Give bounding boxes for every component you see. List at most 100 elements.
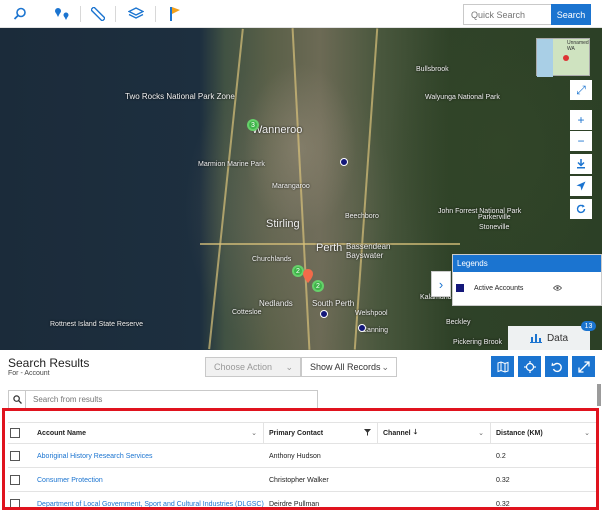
choose-action-select[interactable]: Choose Action ⌄ [205, 357, 301, 377]
filter-icon [364, 428, 371, 438]
table-row[interactable]: Consumer Protection Christopher Walker 0… [8, 468, 596, 492]
account-name-link[interactable]: Aboriginal History Research Services [37, 444, 153, 468]
chevron-down-icon: ⌄ [285, 361, 293, 372]
cluster-marker[interactable]: 3 [247, 119, 259, 131]
location-marker-icon [303, 269, 313, 283]
map-label: Bayswater [346, 251, 384, 260]
legend-toggle-button[interactable]: › [431, 271, 451, 297]
row-checkbox[interactable] [10, 499, 20, 507]
results-title: Search Results [8, 356, 90, 370]
chevron-down-icon: ⌄ [251, 430, 257, 437]
map-label: Wanneroo [252, 124, 303, 136]
map-label: Rottnest Island State Reserve [50, 321, 143, 328]
minimap-label: Unnamed WA [567, 40, 589, 52]
map-label: Walyunga National Park [425, 94, 500, 101]
undo-icon [551, 362, 562, 372]
column-channel[interactable]: Channel 🡓 ⌄ [378, 423, 491, 443]
map-label: Pickering Brook [453, 339, 503, 346]
center-map-button[interactable] [518, 356, 541, 377]
select-all-checkbox[interactable] [10, 428, 20, 438]
primary-contact: Deirdre Pullman [269, 500, 320, 508]
data-tab-label: Data [546, 332, 569, 344]
select-all-cell [8, 423, 32, 443]
zoom-out-icon[interactable]: − [570, 131, 592, 151]
distance: 0.2 [496, 452, 506, 460]
account-pin[interactable] [358, 324, 366, 332]
account-name-link[interactable]: Department of Local Government, Sport an… [37, 492, 264, 508]
search-icon[interactable] [8, 3, 32, 25]
refresh-icon[interactable] [570, 199, 592, 219]
map-toolbar: Search [0, 0, 602, 28]
zoom-in-icon[interactable]: + [570, 110, 592, 130]
map-label: Nedlands [259, 299, 293, 308]
map-label: Marangaroo [272, 183, 310, 190]
ruler-icon[interactable] [86, 3, 110, 25]
map-icon [497, 360, 508, 373]
results-scrollbar[interactable] [597, 384, 601, 406]
map-label: Bullsbrook [416, 66, 449, 73]
quick-search-input[interactable] [463, 4, 551, 25]
account-name-link[interactable]: Consumer Protection [37, 468, 103, 492]
data-count-badge: 13 [581, 321, 596, 331]
expand-results-button[interactable] [572, 356, 595, 377]
distance: 0.32 [496, 500, 510, 508]
pins-icon[interactable] [50, 3, 74, 25]
chevron-down-icon: ⌄ [478, 430, 484, 437]
data-tab[interactable]: Data [508, 326, 590, 350]
download-icon[interactable] [570, 154, 592, 174]
record-filter-select[interactable]: Show All Records ⌄ [301, 357, 397, 377]
map-label: Bassendean [346, 242, 391, 251]
choose-action-label: Choose Action [214, 362, 273, 372]
account-pin[interactable] [340, 158, 348, 166]
reset-button[interactable] [545, 356, 568, 377]
results-grid: Account Name ⌄ Primary Contact Channel 🡓… [2, 408, 599, 510]
legend-item-label: Active Accounts [474, 284, 524, 292]
legend-title: Legends [453, 255, 601, 272]
grid-header: Account Name ⌄ Primary Contact Channel 🡓… [8, 422, 596, 444]
map-view[interactable]: Two Rocks National Park Zone Wanneroo Ma… [0, 28, 602, 350]
map-label: Two Rocks National Park Zone [125, 92, 235, 101]
quick-search-button[interactable]: Search [551, 4, 591, 25]
table-row[interactable]: Aboriginal History Research Services Ant… [8, 444, 596, 468]
eye-icon[interactable] [552, 284, 563, 293]
chevron-down-icon: ⌄ [584, 430, 590, 437]
column-label: Primary Contact [269, 429, 324, 437]
account-pin[interactable] [320, 310, 328, 318]
column-label: Distance (KM) [496, 429, 543, 437]
column-distance[interactable]: Distance (KM) ⌄ [491, 423, 596, 443]
map-label: Churchlands [252, 256, 292, 263]
bar-chart-icon [529, 334, 542, 343]
legend-panel: Legends Active Accounts [452, 254, 602, 306]
column-primary-contact[interactable]: Primary Contact [264, 423, 378, 443]
column-label: Account Name [37, 429, 87, 437]
results-search-input[interactable] [33, 393, 313, 406]
map-label: Stirling [266, 218, 300, 230]
flag-icon[interactable] [163, 3, 187, 25]
map-label: South Perth [312, 299, 355, 308]
record-filter-label: Show All Records [310, 362, 381, 372]
locate-icon[interactable] [570, 176, 592, 196]
map-label: Beckley [446, 319, 471, 326]
map-label: Welshpool [355, 310, 388, 317]
cluster-marker[interactable]: 2 [312, 280, 324, 292]
map-label: Cottesloe [232, 309, 262, 316]
column-label: Channel [383, 429, 411, 437]
map-label: Parkerville [478, 214, 511, 221]
row-checkbox[interactable] [10, 451, 20, 461]
map-label: Beechboro [345, 213, 379, 220]
primary-contact: Anthony Hudson [269, 452, 321, 460]
table-row[interactable]: Department of Local Government, Sport an… [8, 492, 596, 508]
distance: 0.32 [496, 476, 510, 484]
row-checkbox[interactable] [10, 475, 20, 485]
map-route-button[interactable] [491, 356, 514, 377]
column-account-name[interactable]: Account Name ⌄ [32, 423, 264, 443]
legend-swatch [456, 284, 464, 292]
map-label: Marmion Marine Park [198, 161, 265, 168]
results-search [8, 390, 318, 409]
minimap[interactable]: Unnamed WA [536, 38, 590, 77]
map-label: John Forrest National Park [438, 208, 522, 215]
map-label: Perth [316, 242, 343, 254]
expand-icon[interactable]: ⤢ [570, 80, 592, 100]
crosshair-icon [523, 360, 536, 373]
layers-icon[interactable] [124, 3, 148, 25]
